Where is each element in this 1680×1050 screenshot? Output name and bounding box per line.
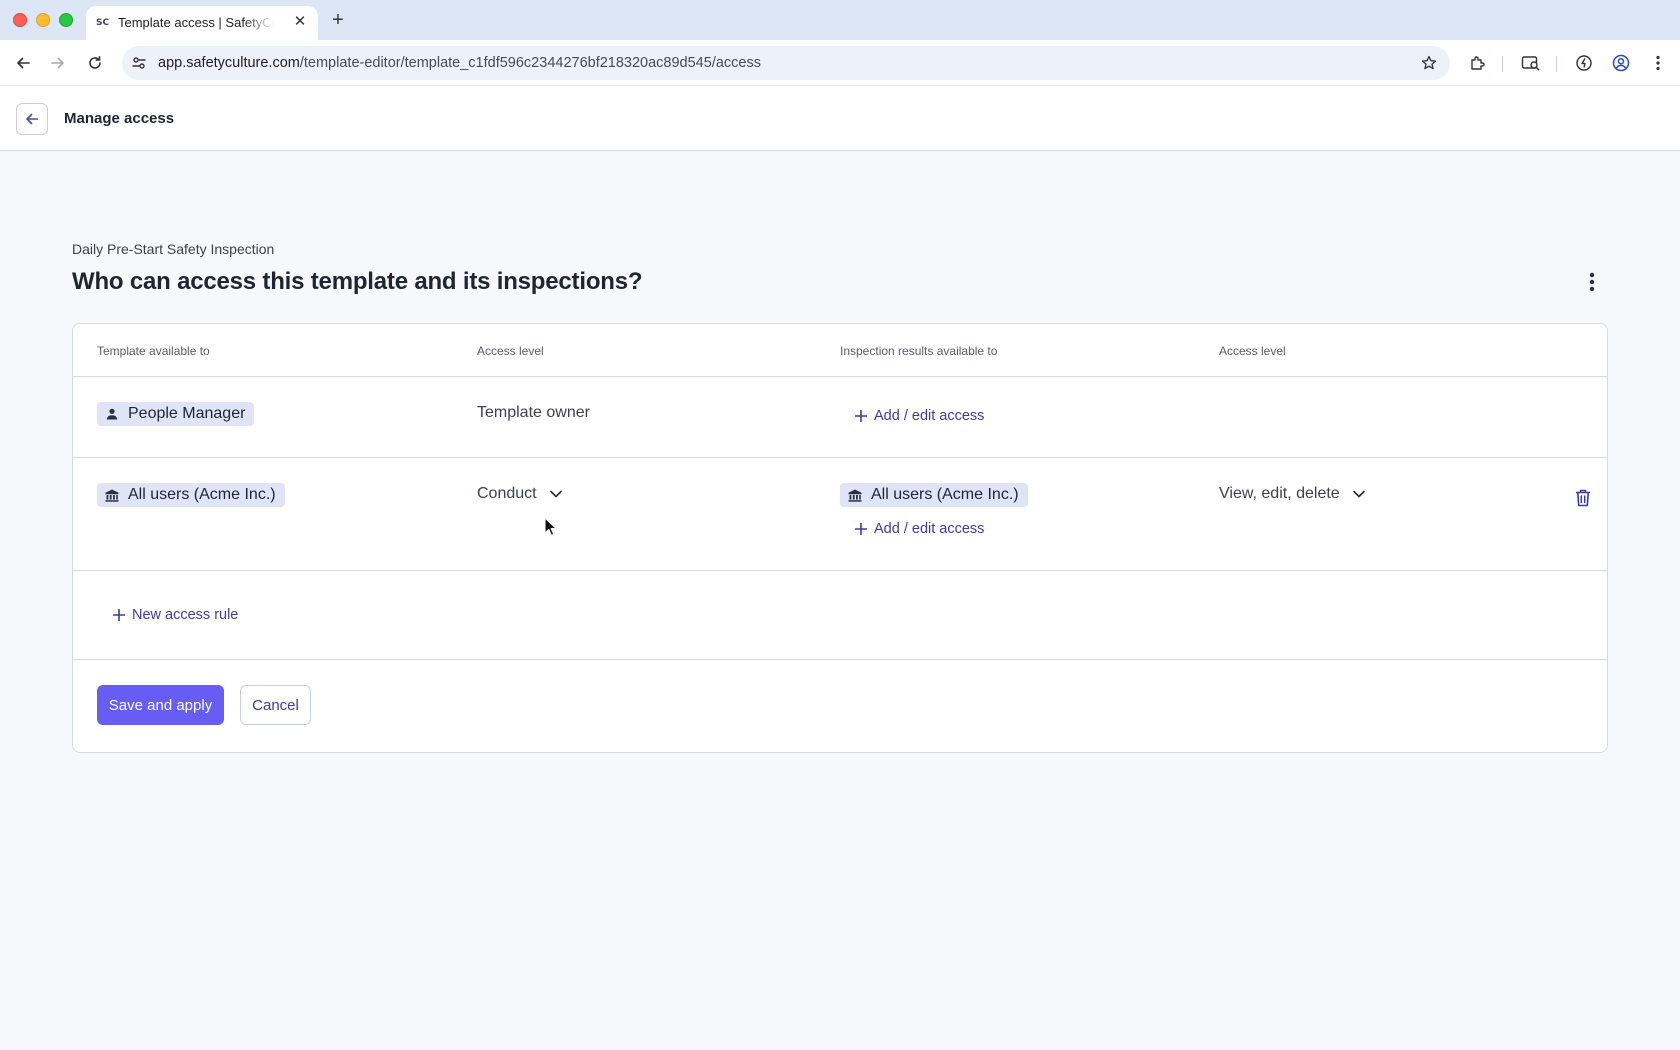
add-edit-access-label: Add / edit access — [874, 408, 985, 424]
url-host: app.safetyculture.com — [158, 55, 300, 71]
access-rules-card: Template available to Access level Inspe… — [72, 323, 1608, 753]
plus-icon — [855, 410, 867, 422]
results-access-chip: All users (Acme Inc.) — [840, 483, 1028, 507]
delete-rule-button[interactable] — [1574, 488, 1592, 508]
chevron-down-icon — [549, 490, 562, 498]
window-zoom-button[interactable] — [59, 13, 73, 27]
plus-icon — [855, 523, 867, 535]
save-and-apply-button[interactable]: Save and apply — [97, 685, 224, 725]
column-header-results-access-level: Access level — [1219, 344, 1286, 358]
performance-icon[interactable] — [1572, 51, 1596, 75]
person-icon — [105, 407, 119, 421]
row-divider — [73, 457, 1607, 458]
access-level-text: Template owner — [477, 404, 590, 421]
new-access-rule-button[interactable]: New access rule — [113, 607, 238, 623]
toolbar-separator — [1556, 56, 1557, 72]
column-header-access-level: Access level — [477, 344, 544, 358]
url-text: app.safetyculture.com/template-editor/te… — [158, 55, 761, 71]
reload-icon[interactable] — [83, 51, 107, 75]
chip-label: All users (Acme Inc.) — [128, 486, 276, 503]
browser-toolbar: app.safetyculture.com/template-editor/te… — [0, 40, 1680, 86]
organization-icon — [848, 488, 862, 502]
more-options-button[interactable] — [1578, 268, 1606, 296]
address-bar[interactable]: app.safetyculture.com/template-editor/te… — [122, 46, 1450, 80]
new-tab-button[interactable]: + — [326, 8, 350, 32]
toolbar-separator — [1502, 56, 1503, 72]
arrow-left-icon — [26, 113, 39, 125]
back-arrow-icon[interactable] — [11, 51, 35, 75]
results-access-level-dropdown[interactable]: View, edit, delete — [1219, 485, 1366, 503]
plus-icon — [113, 609, 125, 621]
chip-label: All users (Acme Inc.) — [871, 486, 1019, 503]
trash-icon — [1576, 489, 1590, 507]
new-access-rule-label: New access rule — [132, 607, 239, 623]
forward-arrow-icon[interactable] — [46, 51, 70, 75]
access-level-dropdown[interactable]: Conduct — [477, 485, 563, 503]
window-minimize-button[interactable] — [36, 13, 50, 27]
add-edit-access-label: Add / edit access — [874, 521, 985, 537]
url-path: /template-editor/template_c1fdf596c23442… — [299, 55, 761, 71]
tab-close-icon[interactable]: ✕ — [292, 14, 308, 30]
mouse-cursor-icon — [544, 517, 558, 537]
add-edit-access-button[interactable]: Add / edit access — [855, 521, 984, 537]
profile-icon[interactable] — [1609, 51, 1633, 75]
page-header-title: Manage access — [64, 110, 175, 127]
results-access-level-value: View, edit, delete — [1219, 485, 1340, 502]
browser-tab-strip: SC Template access | SafetyCulture ✕ + — [0, 0, 1680, 40]
tab-title: Template access | SafetyCulture — [118, 15, 274, 30]
template-access-chip: People Manager — [97, 402, 255, 426]
page-title: Who can access this template and its ins… — [72, 268, 643, 295]
app-header: Manage access — [0, 86, 1680, 151]
row-divider — [73, 376, 1607, 377]
column-header-template-available-to: Template available to — [97, 344, 210, 358]
kebab-menu-icon[interactable] — [1646, 51, 1670, 75]
template-access-chip: All users (Acme Inc.) — [97, 483, 285, 507]
extensions-icon[interactable] — [1466, 51, 1490, 75]
row-divider — [73, 659, 1607, 660]
more-vertical-icon — [1589, 272, 1595, 292]
template-name: Daily Pre-Start Safety Inspection — [72, 241, 275, 257]
chevron-down-icon — [1352, 490, 1365, 498]
access-level-value: Conduct — [477, 485, 537, 502]
add-edit-access-button[interactable]: Add / edit access — [855, 408, 984, 424]
window-close-button[interactable] — [13, 13, 27, 27]
site-settings-icon[interactable] — [130, 54, 148, 72]
cancel-button[interactable]: Cancel — [240, 685, 311, 725]
tab-search-icon[interactable] — [1519, 51, 1543, 75]
chip-label: People Manager — [128, 405, 246, 422]
organization-icon — [105, 488, 119, 502]
row-divider — [73, 570, 1607, 571]
back-button[interactable] — [16, 103, 48, 135]
safetyculture-favicon-icon: SC — [96, 18, 110, 28]
column-header-inspection-results: Inspection results available to — [840, 344, 998, 358]
browser-tab[interactable]: SC Template access | SafetyCulture ✕ — [86, 6, 318, 40]
star-icon[interactable] — [1420, 54, 1438, 72]
